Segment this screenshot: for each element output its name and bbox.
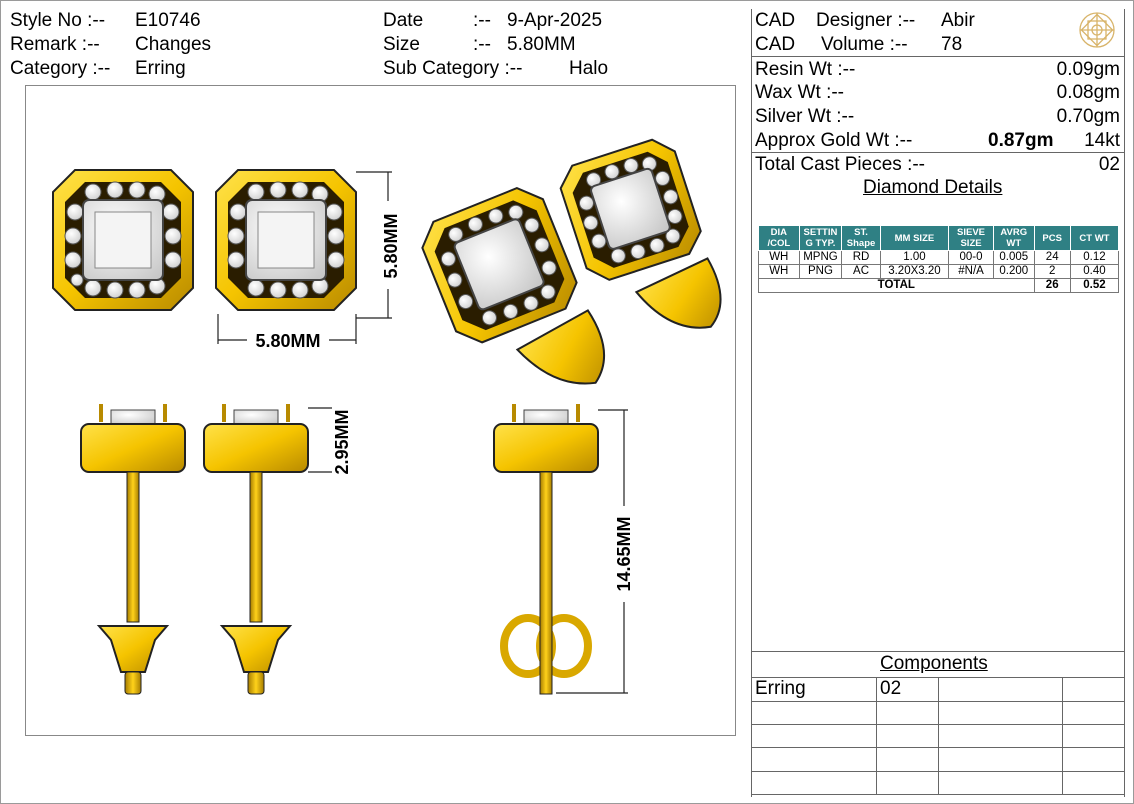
table-cell: 0.40 xyxy=(1069,264,1120,279)
subcat-value: Halo xyxy=(569,58,609,79)
remark-label: Remark :-- xyxy=(10,34,100,55)
dim-width-label: 5.80MM xyxy=(255,331,320,351)
table-cell: RD xyxy=(841,250,881,265)
col-setting-type: SETTIN G TYP. xyxy=(798,225,843,251)
col-pcs: PCS xyxy=(1033,225,1071,251)
cad-designer-prefix: CAD xyxy=(755,10,796,31)
style-no-label: Style No :-- xyxy=(10,10,106,31)
table-cell: 2 xyxy=(1033,264,1071,279)
size-label: Size xyxy=(383,34,420,55)
earring-drawing-svg: 5.80MM 5.80MM 2.95MM 14.65MM xyxy=(52,138,722,695)
table-cell: WH xyxy=(758,250,800,265)
right-edge xyxy=(1124,9,1125,797)
gold-wt-label: Approx Gold Wt :-- xyxy=(755,130,913,151)
date-sep: :-- xyxy=(473,10,491,31)
earring-side-view-profile xyxy=(493,404,599,695)
tech-sheet: Style No :-- E10746 Remark :-- Changes C… xyxy=(0,0,1134,804)
table-total-row: TOTAL 26 0.52 xyxy=(758,278,1120,293)
table-cell: 0.005 xyxy=(992,250,1035,265)
silver-wt-label: Silver Wt :-- xyxy=(755,106,855,127)
total-label: TOTAL xyxy=(758,278,1035,293)
table-row: WH MPNG RD 1.00 00-0 0.005 24 0.12 xyxy=(758,250,1120,265)
diamond-details-title: Diamond Details xyxy=(863,177,1003,198)
col-ct-wt: CT WT xyxy=(1069,225,1120,251)
category-value: Erring xyxy=(135,58,186,79)
col-mm-size: MM SIZE xyxy=(879,225,950,251)
component-qty: 02 xyxy=(880,678,902,699)
diamond-table: DIA /COL SETTIN G TYP. ST. Shape MM SIZE… xyxy=(758,225,1120,293)
date-value: 9-Apr-2025 xyxy=(507,10,603,31)
table-row: WH PNG AC 3.20X3.20 #N/A 0.200 2 0.40 xyxy=(758,264,1120,279)
table-cell: 1.00 xyxy=(879,250,950,265)
comp-col-line xyxy=(1062,677,1063,795)
size-sep: :-- xyxy=(473,34,491,55)
gold-karat: 14kt xyxy=(1084,130,1120,151)
table-cell: PNG xyxy=(798,264,843,279)
style-no-value: E10746 xyxy=(135,10,201,31)
component-name: Erring xyxy=(755,678,806,699)
table-cell: MPNG xyxy=(798,250,843,265)
table-cell: 0.200 xyxy=(992,264,1035,279)
cad-designer-value: Abir xyxy=(941,10,975,31)
earring-side-view-right xyxy=(203,404,309,695)
subcat-label: Sub Category :-- xyxy=(383,58,523,79)
diamond-table-header: DIA /COL SETTIN G TYP. ST. Shape MM SIZE… xyxy=(758,225,1120,251)
earring-top-view-right xyxy=(215,169,357,311)
earring-side-view-left xyxy=(80,404,186,695)
table-cell: AC xyxy=(841,264,881,279)
total-pcs: 26 xyxy=(1033,278,1071,293)
table-cell: 3.20X3.20 xyxy=(879,264,950,279)
cast-pieces-value: 02 xyxy=(1098,154,1120,175)
cast-pieces-label: Total Cast Pieces :-- xyxy=(755,154,925,175)
components-title: Components xyxy=(880,653,988,674)
col-dia-col: DIA /COL xyxy=(758,225,800,251)
table-cell: 24 xyxy=(1033,250,1071,265)
table-cell: WH xyxy=(758,264,800,279)
technical-drawing: 5.80MM 5.80MM 2.95MM 14.65MM xyxy=(25,85,736,736)
comp-col-line xyxy=(876,677,877,795)
dim-height-label: 5.80MM xyxy=(381,213,401,278)
category-label: Category :-- xyxy=(10,58,111,79)
dim-depth-label: 2.95MM xyxy=(332,409,352,474)
brand-logo-icon xyxy=(1079,12,1115,48)
silver-wt-value: 0.70gm xyxy=(1056,106,1120,127)
wax-wt-value: 0.08gm xyxy=(1056,82,1120,103)
table-cell: #N/A xyxy=(948,264,994,279)
col-avg-wt: AVRG WT xyxy=(992,225,1035,251)
col-stone-shape: ST. Shape xyxy=(841,225,881,251)
components-top-line xyxy=(751,651,1125,652)
cad-volume-prefix: CAD xyxy=(755,34,796,55)
right-column-divider xyxy=(751,9,752,797)
remark-value: Changes xyxy=(135,34,212,55)
cad-designer-label: Designer :-- xyxy=(816,10,916,31)
col-sieve-size: SIEVE SIZE xyxy=(948,225,994,251)
total-ct: 0.52 xyxy=(1069,278,1120,293)
comp-col-line xyxy=(938,677,939,795)
cad-volume-value: 78 xyxy=(941,34,963,55)
cad-divider xyxy=(751,56,1125,57)
resin-wt-value: 0.09gm xyxy=(1056,59,1120,80)
dim-length-label: 14.65MM xyxy=(614,516,634,591)
gold-wt-value: 0.87gm xyxy=(988,130,1054,151)
size-value: 5.80MM xyxy=(507,34,576,55)
date-label: Date xyxy=(383,10,424,31)
resin-wt-label: Resin Wt :-- xyxy=(755,59,856,80)
wax-wt-label: Wax Wt :-- xyxy=(755,82,844,103)
table-cell: 0.12 xyxy=(1069,250,1120,265)
cad-volume-label: Volume :-- xyxy=(821,34,908,55)
earring-top-view-left xyxy=(52,169,194,311)
table-cell: 00-0 xyxy=(948,250,994,265)
